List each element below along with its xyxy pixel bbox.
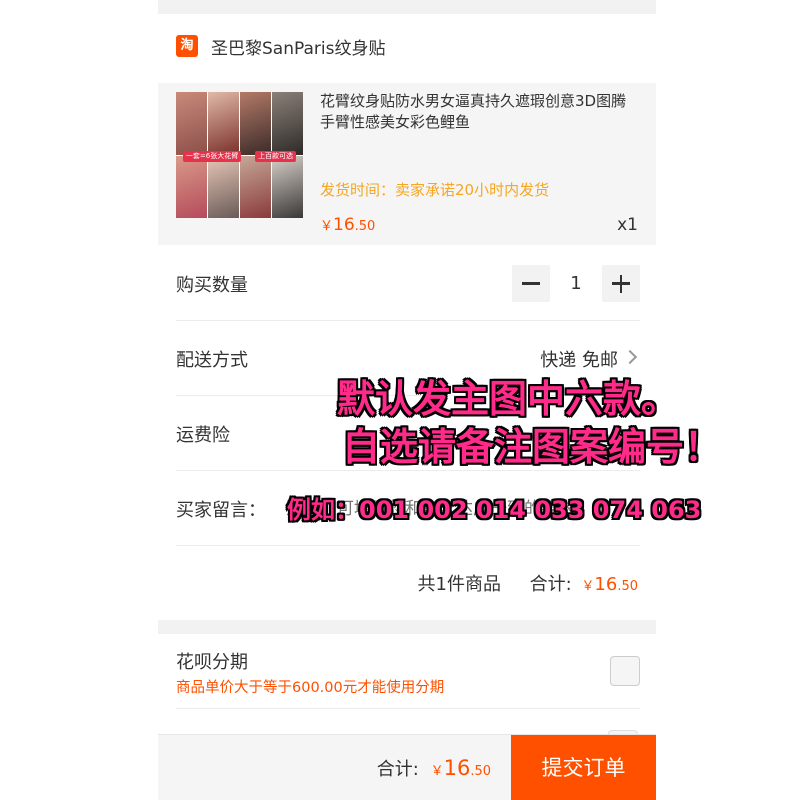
bottom-bar: 合计: ￥16.50 提交订单 <box>158 734 656 800</box>
thumb-badge: 上百款可选 <box>255 150 297 162</box>
installment-row: 花呗分期 商品单价大于等于600.00元才能使用分期 <box>176 634 640 709</box>
overlay-text-line1: 默认发主图中六款。 <box>337 377 680 421</box>
minus-icon <box>522 282 540 285</box>
price-cents: .50 <box>354 219 376 234</box>
overlay-text-line2: 自选请备注图案编号！ <box>342 425 723 469</box>
bottom-total-price: ￥16.50 <box>430 756 491 780</box>
submit-order-button[interactable]: 提交订单 <box>511 735 656 800</box>
quantity-value[interactable]: 1 <box>550 273 602 294</box>
quantity-label: 购买数量 <box>176 275 248 296</box>
summary-total-price: ￥16.50 <box>581 574 638 595</box>
product-thumbnail[interactable]: 一套=6张大花臂 上百款可选 <box>176 92 303 218</box>
overlay-text-line3: 例如：001 002 014 033 074 063 <box>287 496 702 524</box>
shop-header[interactable]: 淘 圣巴黎SanParis纹身贴 <box>158 14 656 80</box>
product-price: ￥16.50 <box>320 215 375 235</box>
bottom-total-label: 合计: <box>376 759 419 780</box>
delivery-label: 配送方式 <box>176 350 248 371</box>
taobao-shop-icon: 淘 <box>176 35 198 57</box>
chevron-right-icon <box>622 349 638 365</box>
section-divider <box>158 620 656 634</box>
installment-checkbox[interactable] <box>610 656 640 686</box>
currency-symbol: ￥ <box>320 219 334 234</box>
shipping-insurance-label: 运费险 <box>176 425 230 446</box>
ship-time-note: 发货时间：卖家承诺20小时内发货 <box>320 181 550 199</box>
buyer-message-label: 买家留言： <box>176 500 266 521</box>
item-count: 共1件商品 <box>417 574 501 595</box>
thumb-badge: 一套=6张大花臂 <box>182 150 242 162</box>
summary-text: 共1件商品 合计: ￥16.50 <box>418 570 638 596</box>
installment-title: 花呗分期 <box>176 652 248 673</box>
summary-total-label: 合计: <box>529 574 572 595</box>
shop-name[interactable]: 圣巴黎SanParis纹身贴 <box>211 34 385 59</box>
installment-note: 商品单价大于等于600.00元才能使用分期 <box>176 680 445 696</box>
quantity-stepper: 1 <box>512 265 640 302</box>
thumbnail-badges: 一套=6张大花臂 上百款可选 <box>176 150 303 162</box>
top-divider <box>158 0 656 14</box>
increment-button[interactable] <box>602 265 640 302</box>
order-summary: 共1件商品 合计: ￥16.50 <box>158 546 638 618</box>
quantity-row: 购买数量 1 <box>176 246 640 321</box>
bottom-total: 合计: ￥16.50 <box>377 755 491 781</box>
product-card[interactable]: 一套=6张大花臂 上百款可选 花臂纹身贴防水男女逼真持久遮瑕创意3D图腾手臂性感… <box>158 83 656 245</box>
price-integer: 16 <box>333 215 355 235</box>
product-title[interactable]: 花臂纹身贴防水男女逼真持久遮瑕创意3D图腾手臂性感美女彩色鲤鱼 <box>320 91 640 133</box>
product-quantity: x1 <box>617 215 638 235</box>
decrement-button[interactable] <box>512 265 550 302</box>
